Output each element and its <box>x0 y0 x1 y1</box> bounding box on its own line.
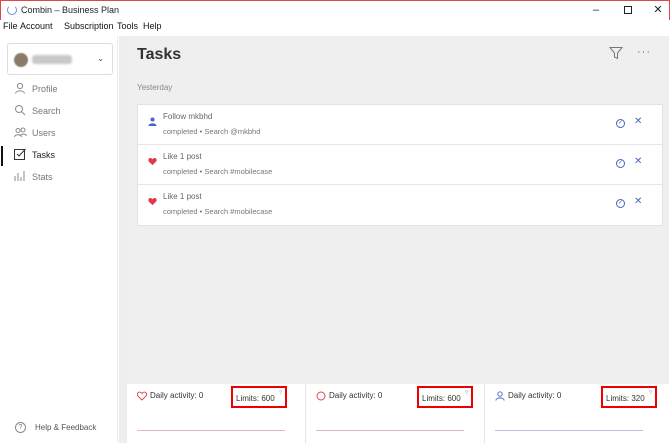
limits-help-icon[interactable]: ? <box>279 391 282 397</box>
limits-help-icon[interactable]: ? <box>465 391 468 397</box>
heart-icon <box>148 193 157 206</box>
sidebar-item-tasks[interactable]: Tasks <box>1 146 117 166</box>
limits-help-icon[interactable]: ? <box>649 391 652 397</box>
title-bar: Combin – Business Plan – ✕ <box>0 0 670 20</box>
help-feedback-label: Help & Feedback <box>35 423 97 432</box>
sidebar-gutter <box>119 36 127 443</box>
task-meta: completed • Search #mobilecase <box>163 207 273 216</box>
remove-task-button[interactable]: ✕ <box>634 196 642 207</box>
likes-stat: Daily activity: 0 Limits: 600 ? <box>127 384 305 443</box>
avatar <box>14 53 28 67</box>
close-button[interactable]: ✕ <box>643 2 670 20</box>
menu-help[interactable]: Help <box>143 21 162 31</box>
activity-line <box>495 430 643 431</box>
limits-badge[interactable]: Limits: 320 ? <box>601 386 657 408</box>
filter-icon[interactable] <box>608 46 624 60</box>
menu-subscription[interactable]: Subscription <box>64 21 114 31</box>
app-logo-icon <box>7 5 17 15</box>
main-panel: Tasks ··· Yesterday Follow mkbhd complet… <box>127 36 669 384</box>
task-meta: completed • Search @mkbhd <box>163 127 261 136</box>
more-options-icon[interactable]: ··· <box>637 46 651 58</box>
sidebar: ⌄ Profile Search Users Tasks Stats ? Hel… <box>1 36 118 443</box>
limits-badge[interactable]: Limits: 600 ? <box>417 386 473 408</box>
sidebar-item-label: Profile <box>32 84 58 94</box>
task-row[interactable]: Like 1 post completed • Search #mobileca… <box>138 185 662 225</box>
maximize-button[interactable] <box>613 2 643 20</box>
menu-file[interactable]: File <box>3 21 18 31</box>
sidebar-item-users[interactable]: Users <box>1 124 117 144</box>
window-title: Combin – Business Plan <box>21 5 120 15</box>
task-row[interactable]: Like 1 post completed • Search #mobileca… <box>138 145 662 185</box>
comment-icon <box>316 388 326 401</box>
group-label: Yesterday <box>137 83 173 92</box>
menu-bar: File Account Subscription Tools Help <box>0 20 670 36</box>
task-name: Like 1 post <box>163 152 202 161</box>
heart-icon <box>148 153 157 166</box>
check-circle-icon[interactable]: ✓ <box>616 159 625 168</box>
task-name: Follow mkbhd <box>163 112 213 121</box>
help-feedback-link[interactable]: ? Help & Feedback <box>1 419 117 439</box>
chevron-down-icon: ⌄ <box>97 54 104 63</box>
task-name: Like 1 post <box>163 192 202 201</box>
limits-value: Limits: 600 <box>422 394 461 403</box>
stats-icon <box>13 170 27 184</box>
page-title: Tasks <box>137 46 182 63</box>
user-icon <box>148 113 157 126</box>
tasks-icon <box>13 148 27 162</box>
task-meta: completed • Search #mobilecase <box>163 167 273 176</box>
sidebar-item-profile[interactable]: Profile <box>1 80 117 100</box>
account-switcher[interactable]: ⌄ <box>7 43 113 75</box>
sidebar-item-label: Stats <box>32 172 53 182</box>
limits-value: Limits: 320 <box>606 394 645 403</box>
check-circle-icon[interactable]: ✓ <box>616 119 625 128</box>
heart-outline-icon <box>136 388 148 401</box>
minimize-button[interactable]: – <box>581 2 611 20</box>
task-row[interactable]: Follow mkbhd completed • Search @mkbhd ✓… <box>138 105 662 145</box>
help-icon: ? <box>15 422 26 433</box>
follows-stat: Daily activity: 0 Limits: 320 ? <box>485 384 663 443</box>
sidebar-item-label: Tasks <box>32 150 56 160</box>
users-icon <box>13 126 27 140</box>
remove-task-button[interactable]: ✕ <box>634 116 642 127</box>
task-list: Follow mkbhd completed • Search @mkbhd ✓… <box>137 104 663 226</box>
activity-line <box>137 430 285 431</box>
activity-stats-bar: Daily activity: 0 Limits: 600 ? Daily ac… <box>127 384 669 443</box>
menu-account[interactable]: Account <box>20 21 53 31</box>
sidebar-item-label: Users <box>32 128 56 138</box>
menu-tools[interactable]: Tools <box>117 21 138 31</box>
activity-line <box>316 430 464 431</box>
person-icon <box>13 82 27 96</box>
daily-activity-label: Daily activity: 0 <box>329 391 383 400</box>
daily-activity-label: Daily activity: 0 <box>508 391 562 400</box>
sidebar-item-stats[interactable]: Stats <box>1 168 117 188</box>
search-icon <box>13 104 27 118</box>
user-outline-icon <box>495 388 505 401</box>
account-name-blurred <box>32 55 72 64</box>
limits-value: Limits: 600 <box>236 394 275 403</box>
daily-activity-label: Daily activity: 0 <box>150 391 204 400</box>
sidebar-item-search[interactable]: Search <box>1 102 117 122</box>
check-circle-icon[interactable]: ✓ <box>616 199 625 208</box>
comments-stat: Daily activity: 0 Limits: 600 ? <box>306 384 484 443</box>
remove-task-button[interactable]: ✕ <box>634 156 642 167</box>
sidebar-item-label: Search <box>32 106 61 116</box>
maximize-icon <box>624 6 632 14</box>
limits-badge[interactable]: Limits: 600 ? <box>231 386 287 408</box>
